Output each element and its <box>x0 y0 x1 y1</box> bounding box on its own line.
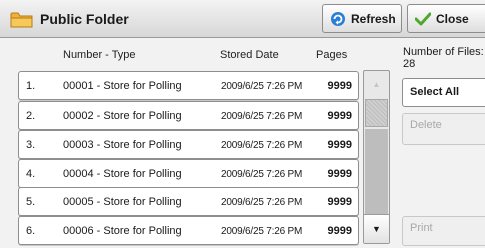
select-all-button[interactable]: Select All <box>402 78 485 107</box>
row-pages: 9999 <box>327 196 352 208</box>
scroll-thumb[interactable] <box>365 99 388 127</box>
table-row[interactable]: 5. 00005 - Store for Polling 2009/6/25 7… <box>18 187 359 216</box>
scroll-up-button[interactable]: ▲ <box>364 71 389 98</box>
refresh-button[interactable]: Refresh <box>322 4 402 33</box>
column-header-stored-date: Stored Date <box>220 49 279 61</box>
title-bar: Public Folder Refresh Close <box>0 0 485 38</box>
scroll-down-button[interactable]: ▼ <box>364 214 389 243</box>
row-number-type: 00005 - Store for Polling <box>63 196 182 208</box>
row-stored-date: 2009/6/25 7:26 PM <box>221 111 303 122</box>
row-number-type: 00004 - Store for Polling <box>63 168 182 180</box>
column-header-number-type: Number - Type <box>63 49 136 61</box>
delete-button[interactable]: Delete <box>402 113 485 145</box>
row-stored-date: 2009/6/25 7:26 PM <box>221 197 303 208</box>
column-header-pages: Pages <box>316 49 348 61</box>
row-index: 5. <box>26 196 36 208</box>
table-row[interactable]: 2. 00002 - Store for Polling 2009/6/25 7… <box>18 101 359 130</box>
delete-label: Delete <box>410 119 442 131</box>
row-stored-date: 2009/6/25 7:26 PM <box>221 169 303 180</box>
triangle-up-icon: ▲ <box>372 80 381 89</box>
row-pages: 9999 <box>327 225 352 237</box>
row-pages: 9999 <box>327 80 352 92</box>
refresh-button-label: Refresh <box>351 11 396 26</box>
table-row[interactable]: 4. 00004 - Store for Polling 2009/6/25 7… <box>18 159 359 188</box>
row-pages: 9999 <box>327 139 352 151</box>
row-index: 2. <box>26 110 36 122</box>
row-index: 6. <box>26 225 36 237</box>
number-of-files-value: 28 <box>403 58 416 70</box>
close-button-label: Close <box>436 11 469 26</box>
number-of-files-label: Number of Files: <box>403 46 484 58</box>
row-stored-date: 2009/6/25 7:26 PM <box>221 226 303 237</box>
row-index: 1. <box>26 80 36 92</box>
row-number-type: 00001 - Store for Polling <box>63 80 182 92</box>
folder-icon <box>10 12 33 28</box>
close-button[interactable]: Close <box>407 4 485 33</box>
table-row[interactable]: 3. 00003 - Store for Polling 2009/6/25 7… <box>18 130 359 159</box>
page-title: Public Folder <box>40 11 129 27</box>
table-row[interactable]: 6. 00006 - Store for Polling 2009/6/25 7… <box>18 216 359 245</box>
scrollbar[interactable]: ▲ ▼ <box>363 70 390 244</box>
checkmark-icon <box>415 12 431 25</box>
row-number-type: 00006 - Store for Polling <box>63 225 182 237</box>
table-row[interactable]: 1. 00001 - Store for Polling 2009/6/25 7… <box>18 71 359 100</box>
scroll-track[interactable] <box>365 129 388 214</box>
row-number-type: 00002 - Store for Polling <box>63 110 182 122</box>
print-button[interactable]: Print <box>402 216 485 246</box>
row-index: 3. <box>26 139 36 151</box>
triangle-down-icon: ▼ <box>372 224 381 234</box>
row-stored-date: 2009/6/25 7:26 PM <box>221 140 303 151</box>
print-label: Print <box>410 222 433 234</box>
row-index: 4. <box>26 168 36 180</box>
select-all-label: Select All <box>410 86 460 98</box>
row-number-type: 00003 - Store for Polling <box>63 139 182 151</box>
row-pages: 9999 <box>327 168 352 180</box>
row-pages: 9999 <box>327 110 352 122</box>
row-stored-date: 2009/6/25 7:26 PM <box>221 81 303 92</box>
refresh-icon <box>331 11 345 26</box>
